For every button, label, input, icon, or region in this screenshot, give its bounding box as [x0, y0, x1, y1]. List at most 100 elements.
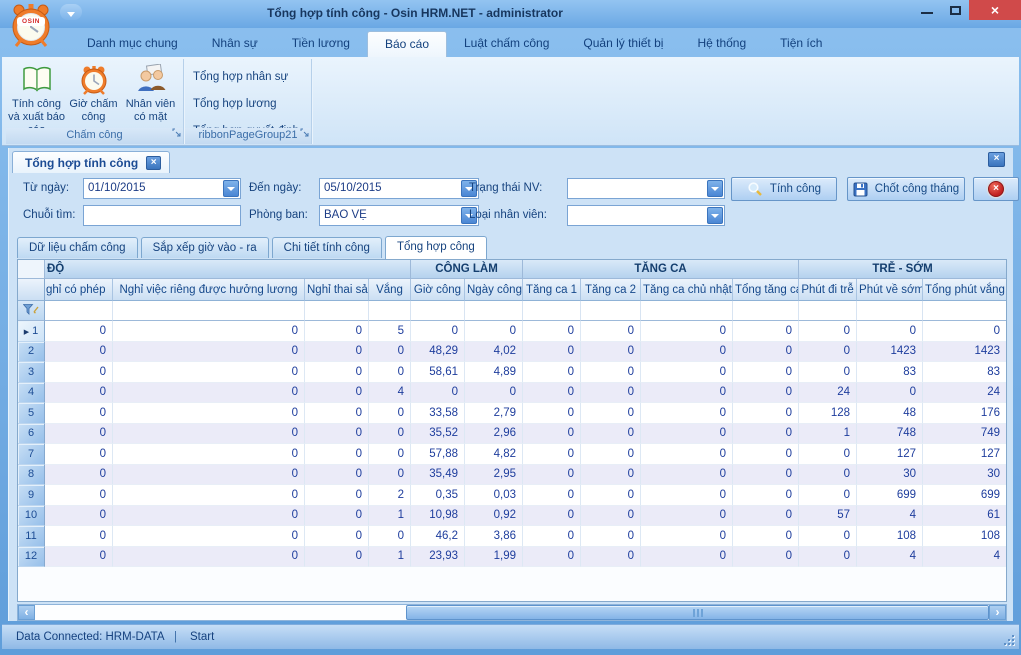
cell-r11-c12[interactable]: 108 [923, 526, 1007, 547]
cell-r8-c9[interactable]: 0 [733, 465, 799, 486]
column-header-2[interactable]: Nghỉ thai sản [305, 279, 369, 301]
cell-r1-c8[interactable]: 0 [641, 321, 733, 342]
cell-r5-c4[interactable]: 33,58 [411, 403, 465, 424]
filter-cell-9[interactable] [733, 301, 799, 321]
column-header-10[interactable]: Phút đi trễ [799, 279, 857, 301]
cell-r10-c12[interactable]: 61 [923, 506, 1007, 527]
cell-r1-c1[interactable]: 0 [113, 321, 305, 342]
cell-r5-c8[interactable]: 0 [641, 403, 733, 424]
cell-r12-c5[interactable]: 1,99 [465, 547, 523, 568]
cell-r3-c12[interactable]: 83 [923, 362, 1007, 383]
cell-r5-c5[interactable]: 2,79 [465, 403, 523, 424]
cell-r1-c9[interactable]: 0 [733, 321, 799, 342]
cell-r11-c11[interactable]: 108 [857, 526, 923, 547]
column-header-1[interactable]: Nghỉ việc riêng được hưởng lương [113, 279, 305, 301]
cell-r1-c6[interactable]: 0 [523, 321, 581, 342]
cell-r9-c2[interactable]: 0 [305, 485, 369, 506]
minimize-button[interactable] [913, 0, 941, 20]
cell-r9-c12[interactable]: 699 [923, 485, 1007, 506]
scroll-left-icon[interactable]: ‹ [18, 605, 35, 620]
chevron-down-icon[interactable] [223, 180, 239, 197]
documents-close-button[interactable]: × [988, 152, 1005, 167]
cell-r7-c9[interactable]: 0 [733, 444, 799, 465]
cell-r9-c9[interactable]: 0 [733, 485, 799, 506]
cell-r10-c0[interactable]: 0 [45, 506, 113, 527]
cell-r10-c2[interactable]: 0 [305, 506, 369, 527]
filter-cell-10[interactable] [799, 301, 857, 321]
cell-r1-c11[interactable]: 0 [857, 321, 923, 342]
cell-r9-c0[interactable]: 0 [45, 485, 113, 506]
cell-r6-c10[interactable]: 1 [799, 424, 857, 445]
scrollbar-thumb[interactable] [406, 605, 989, 620]
cell-r1-c12[interactable]: 0 [923, 321, 1007, 342]
from-date-combo[interactable]: 01/10/2015 [83, 178, 241, 199]
cell-r2-c4[interactable]: 48,29 [411, 342, 465, 363]
column-header-5[interactable]: Ngày công [465, 279, 523, 301]
cell-r12-c3[interactable]: 1 [369, 547, 411, 568]
cell-r6-c0[interactable]: 0 [45, 424, 113, 445]
cell-r8-c8[interactable]: 0 [641, 465, 733, 486]
cell-r11-c1[interactable]: 0 [113, 526, 305, 547]
cell-r4-c8[interactable]: 0 [641, 383, 733, 404]
cell-r9-c11[interactable]: 699 [857, 485, 923, 506]
cell-r11-c3[interactable]: 0 [369, 526, 411, 547]
cell-r7-c5[interactable]: 4,82 [465, 444, 523, 465]
cell-r3-c0[interactable]: 0 [45, 362, 113, 383]
cell-r1-c7[interactable]: 0 [581, 321, 641, 342]
ribbon-tab-7[interactable]: Tiện ích [763, 31, 839, 57]
ribbon-tab-5[interactable]: Quản lý thiết bị [566, 31, 680, 57]
cell-r3-c9[interactable]: 0 [733, 362, 799, 383]
cell-r10-c4[interactable]: 10,98 [411, 506, 465, 527]
cell-r7-c10[interactable]: 0 [799, 444, 857, 465]
cell-r1-c10[interactable]: 0 [799, 321, 857, 342]
cell-r7-c6[interactable]: 0 [523, 444, 581, 465]
cell-r11-c9[interactable]: 0 [733, 526, 799, 547]
cell-r8-c2[interactable]: 0 [305, 465, 369, 486]
cell-r7-c8[interactable]: 0 [641, 444, 733, 465]
cell-r3-c1[interactable]: 0 [113, 362, 305, 383]
cell-r11-c7[interactable]: 0 [581, 526, 641, 547]
cell-r4-c4[interactable]: 0 [411, 383, 465, 404]
cell-r2-c2[interactable]: 0 [305, 342, 369, 363]
cell-r9-c3[interactable]: 2 [369, 485, 411, 506]
cell-r4-c7[interactable]: 0 [581, 383, 641, 404]
ribbon-tab-2[interactable]: Tiền lương [275, 31, 367, 57]
ribbon-link-0[interactable]: Tổng hợp nhân sự [193, 66, 311, 93]
cell-r2-c8[interactable]: 0 [641, 342, 733, 363]
cell-r10-c11[interactable]: 4 [857, 506, 923, 527]
cell-r2-c11[interactable]: 1423 [857, 342, 923, 363]
cell-r8-c12[interactable]: 30 [923, 465, 1007, 486]
cell-r4-c12[interactable]: 24 [923, 383, 1007, 404]
row-indicator-1[interactable]: ▶1 [18, 321, 45, 342]
filter-cell-3[interactable] [369, 301, 411, 321]
cell-r9-c7[interactable]: 0 [581, 485, 641, 506]
cell-r2-c12[interactable]: 1423 [923, 342, 1007, 363]
ribbon-button-0[interactable]: Tính công và xuất báo cáo [8, 62, 65, 130]
view-tab-2[interactable]: Chi tiết tính công [272, 237, 382, 258]
cell-r2-c0[interactable]: 0 [45, 342, 113, 363]
dialog-launcher-icon[interactable] [300, 124, 309, 142]
close-button[interactable]: × [969, 0, 1021, 20]
chevron-down-icon[interactable] [707, 180, 723, 197]
filter-cell-0[interactable] [45, 301, 113, 321]
filter-cell-8[interactable] [641, 301, 733, 321]
cell-r5-c11[interactable]: 48 [857, 403, 923, 424]
cell-r4-c2[interactable]: 0 [305, 383, 369, 404]
cell-r5-c2[interactable]: 0 [305, 403, 369, 424]
cell-r8-c11[interactable]: 30 [857, 465, 923, 486]
cell-r12-c12[interactable]: 4 [923, 547, 1007, 568]
cell-r4-c5[interactable]: 0 [465, 383, 523, 404]
cell-r3-c10[interactable]: 0 [799, 362, 857, 383]
cell-r3-c6[interactable]: 0 [523, 362, 581, 383]
cell-r8-c6[interactable]: 0 [523, 465, 581, 486]
cell-r11-c8[interactable]: 0 [641, 526, 733, 547]
cell-r7-c12[interactable]: 127 [923, 444, 1007, 465]
cell-r5-c12[interactable]: 176 [923, 403, 1007, 424]
cell-r6-c2[interactable]: 0 [305, 424, 369, 445]
ribbon-tab-3[interactable]: Báo cáo [367, 31, 447, 57]
filter-cell-2[interactable] [305, 301, 369, 321]
cell-r4-c6[interactable]: 0 [523, 383, 581, 404]
lock-month-button[interactable]: Chốt công tháng [847, 177, 965, 201]
column-header-9[interactable]: Tổng tăng ca [733, 279, 799, 301]
cell-r7-c2[interactable]: 0 [305, 444, 369, 465]
